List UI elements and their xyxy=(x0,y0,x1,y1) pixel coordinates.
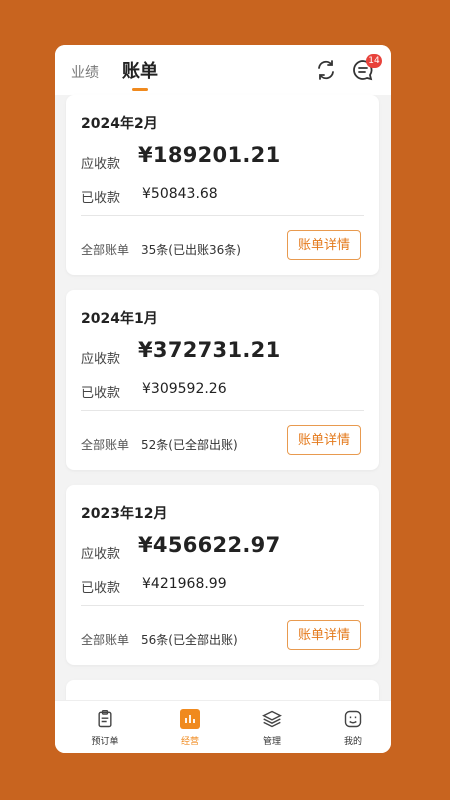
bill-detail-button[interactable]: 账单详情 xyxy=(287,620,361,650)
bill-month: 2023年12月 xyxy=(81,506,168,522)
received-amount: ¥309592.26 xyxy=(142,381,227,397)
nav-manage[interactable]: 管理 xyxy=(242,709,302,747)
tab-bills[interactable]: 账单 xyxy=(122,57,158,83)
divider xyxy=(81,605,364,606)
divider xyxy=(81,215,364,216)
divider xyxy=(81,410,364,411)
top-header: 业绩 账单 14 xyxy=(55,45,391,95)
receivable-amount: ¥456622.97 xyxy=(138,533,281,557)
received-label: 已收款 xyxy=(81,581,121,596)
bill-detail-button[interactable]: 账单详情 xyxy=(287,230,361,260)
bill-detail-button[interactable]: 账单详情 xyxy=(287,425,361,455)
nav-label: 管理 xyxy=(262,737,281,747)
receivable-label: 应收款 xyxy=(81,352,121,367)
receivable-amount: ¥372731.21 xyxy=(138,338,281,362)
bottom-tab-bar: 预订单 经营 管理 我的 xyxy=(55,700,391,753)
all-bills-count: 35条(已出账36条) xyxy=(141,243,241,257)
bill-card: 2024年2月 应收款 ¥189201.21 已收款 ¥50843.68 全部账… xyxy=(66,95,379,275)
all-bills-label: 全部账单 xyxy=(81,243,130,257)
bill-card: 2024年1月 应收款 ¥372731.21 已收款 ¥309592.26 全部… xyxy=(66,290,379,470)
nav-label: 经营 xyxy=(180,737,199,747)
receivable-label: 应收款 xyxy=(81,547,121,562)
all-bills-count: 52条(已全部出账) xyxy=(141,438,238,452)
receivable-label: 应收款 xyxy=(81,157,121,172)
message-badge: 14 xyxy=(366,54,382,68)
layers-icon xyxy=(262,710,282,728)
phone-screen: 业绩 账单 14 2024年2月 应收款 ¥189201.21 已收款 ¥508… xyxy=(55,45,391,753)
bill-card: 2023年12月 应收款 ¥456622.97 已收款 ¥421968.99 全… xyxy=(66,485,379,665)
received-label: 已收款 xyxy=(81,386,121,401)
all-bills-label: 全部账单 xyxy=(81,633,130,647)
all-bills-count: 56条(已全部出账) xyxy=(141,633,238,647)
received-label: 已收款 xyxy=(81,191,121,206)
nav-mine[interactable]: 我的 xyxy=(323,709,383,747)
received-amount: ¥50843.68 xyxy=(142,186,218,202)
nav-label: 预订单 xyxy=(91,737,119,747)
nav-orders[interactable]: 预订单 xyxy=(75,709,135,747)
all-bills-label: 全部账单 xyxy=(81,438,130,452)
nav-label: 我的 xyxy=(343,737,362,747)
refresh-icon[interactable] xyxy=(314,58,338,82)
received-amount: ¥421968.99 xyxy=(142,576,227,592)
receivable-amount: ¥189201.21 xyxy=(138,143,281,167)
tab-performance[interactable]: 业绩 xyxy=(71,62,99,82)
clipboard-icon xyxy=(98,709,112,728)
nav-business[interactable]: 经营 xyxy=(160,709,220,747)
bar-chart-icon xyxy=(180,709,200,729)
bill-month: 2024年1月 xyxy=(81,311,158,327)
bill-month: 2024年2月 xyxy=(81,116,158,132)
active-tab-indicator xyxy=(132,88,148,91)
face-icon xyxy=(344,710,362,728)
